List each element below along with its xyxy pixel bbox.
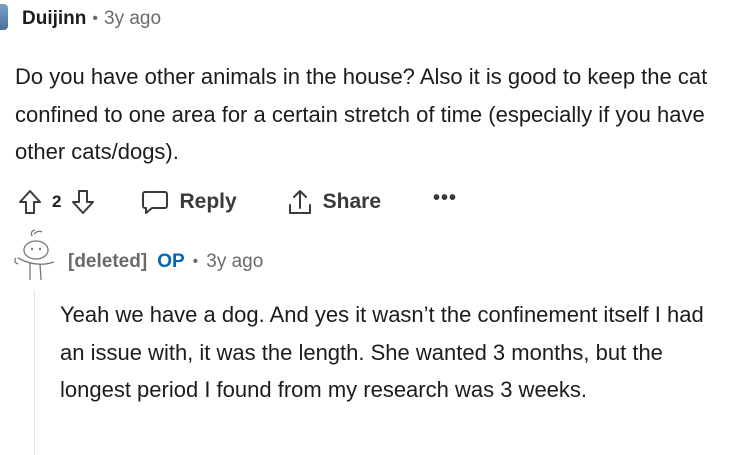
comment-body: Do you have other animals in the house? … — [15, 64, 708, 164]
more-icon: ••• — [433, 186, 458, 209]
author-name: [deleted] — [68, 251, 148, 272]
downvote-button[interactable] — [71, 189, 95, 215]
more-options-button[interactable]: ••• — [433, 187, 457, 210]
reply-header: [deleted] OP • 3y ago — [68, 249, 263, 275]
comment-action-bar: 2 Reply Share ••• — [18, 183, 457, 221]
snoo-avatar-icon[interactable] — [12, 228, 58, 288]
thread-line[interactable] — [34, 290, 35, 455]
meta-separator: • — [92, 10, 98, 27]
reply-timestamp[interactable]: 3y ago — [206, 251, 263, 273]
upvote-button[interactable] — [18, 189, 42, 215]
comment-timestamp[interactable]: 3y ago — [104, 8, 161, 30]
comment-header: Duijinn • 3y ago — [22, 7, 161, 31]
reply-button[interactable]: Reply — [141, 189, 237, 215]
reply-icon — [142, 191, 169, 214]
upvote-icon — [19, 190, 41, 214]
author-name[interactable]: Duijinn — [22, 8, 86, 30]
vote-score: 2 — [52, 192, 62, 211]
op-badge: OP — [157, 251, 185, 272]
meta-separator: • — [192, 253, 199, 270]
downvote-icon — [72, 190, 95, 214]
avatar[interactable] — [0, 4, 8, 30]
reply-label: Reply — [179, 190, 237, 213]
share-button[interactable]: Share — [287, 188, 381, 216]
share-icon — [288, 190, 311, 214]
share-label: Share — [322, 190, 382, 213]
reply-body: Yeah we have a dog. And yes it wasn’t th… — [60, 302, 704, 402]
